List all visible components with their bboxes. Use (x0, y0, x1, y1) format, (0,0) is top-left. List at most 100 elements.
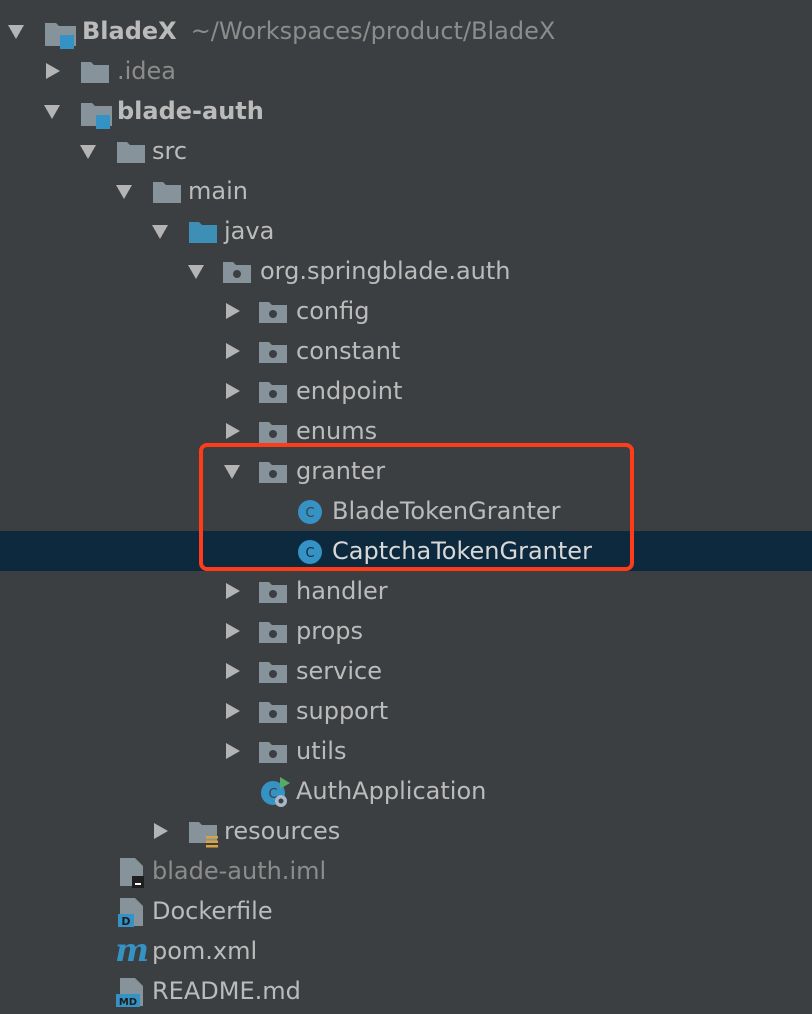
chevron-right-icon[interactable] (226, 383, 240, 399)
tree-label-handler: handler (296, 577, 388, 605)
tree-label-iml: blade-auth.iml (152, 857, 327, 885)
tree-label-captcha-token-granter: CaptchaTokenGranter (332, 537, 592, 565)
tree-row-handler[interactable]: handler (0, 571, 812, 611)
chevron-right-icon[interactable] (226, 583, 240, 599)
module-folder-icon (44, 19, 76, 49)
tree-label-pom: pom.xml (152, 937, 258, 965)
chevron-down-icon[interactable] (80, 145, 96, 159)
tree-label-props: props (296, 617, 363, 645)
dockerfile-icon-letter: D (121, 915, 130, 928)
package-icon (258, 299, 288, 325)
tree-row-blade-auth[interactable]: blade-auth (0, 91, 812, 131)
folder-icon (80, 59, 110, 85)
tree-label-granter: granter (296, 457, 386, 485)
chevron-right-icon[interactable] (46, 63, 60, 79)
module-folder-icon (80, 99, 112, 129)
tree-row-config[interactable]: config (0, 291, 812, 331)
tree-label-utils: utils (296, 737, 347, 765)
tree-row-iml[interactable]: blade-auth.iml (0, 851, 812, 891)
tree-label-idea: .idea (117, 57, 177, 85)
class-icon: C (296, 538, 326, 564)
package-icon (222, 259, 252, 285)
root-path: ~/Workspaces/product/BladeX (190, 17, 556, 45)
package-icon (258, 739, 288, 765)
package-icon (258, 619, 288, 645)
tree-row-constant[interactable]: constant (0, 331, 812, 371)
tree-label-auth-application: AuthApplication (296, 777, 487, 805)
chevron-right-icon[interactable] (226, 343, 240, 359)
class-icon-letter: C (305, 506, 314, 521)
tree-label-enums: enums (296, 417, 378, 445)
tree-label-dockerfile: Dockerfile (152, 897, 273, 925)
chevron-down-icon[interactable] (224, 465, 240, 479)
folder-icon (152, 179, 182, 205)
tree-row-captcha-token-granter[interactable]: C CaptchaTokenGranter (0, 531, 812, 571)
package-icon (258, 659, 288, 685)
chevron-right-icon[interactable] (226, 703, 240, 719)
maven-icon-letter: m (115, 933, 149, 967)
tree-row-root[interactable]: BladeX ~/Workspaces/product/BladeX (0, 11, 812, 51)
chevron-down-icon[interactable] (44, 105, 60, 119)
tree-label-root: BladeX ~/Workspaces/product/BladeX (82, 17, 555, 45)
chevron-down-icon[interactable] (8, 25, 24, 39)
tree-row-support[interactable]: support (0, 691, 812, 731)
tree-label-support: support (296, 697, 389, 725)
module-file-icon (116, 856, 148, 888)
tree-row-resources[interactable]: resources (0, 811, 812, 851)
tree-label-blade-auth: blade-auth (117, 97, 264, 125)
tree-row-pom[interactable]: m pom.xml (0, 931, 812, 971)
markdown-file-icon: MD (116, 976, 148, 1008)
tree-label-main: main (188, 177, 248, 205)
tree-label-package: org.springblade.auth (260, 257, 511, 285)
folder-icon (116, 139, 146, 165)
chevron-right-icon[interactable] (226, 623, 240, 639)
class-icon-letter: C (305, 546, 314, 561)
tree-row-utils[interactable]: utils (0, 731, 812, 771)
chevron-right-icon[interactable] (226, 663, 240, 679)
chevron-down-icon[interactable] (116, 185, 132, 199)
tree-label-java: java (224, 217, 275, 245)
markdown-icon-letters: MD (119, 997, 137, 1008)
tree-row-props[interactable]: props (0, 611, 812, 651)
chevron-right-icon[interactable] (226, 303, 240, 319)
package-icon (258, 459, 288, 485)
package-icon (258, 699, 288, 725)
root-name: BladeX (82, 17, 177, 45)
tree-row-enums[interactable]: enums (0, 411, 812, 451)
tree-label-resources: resources (224, 817, 341, 845)
tree-row-readme[interactable]: MD README.md (0, 971, 812, 1011)
class-icon: C (296, 498, 326, 524)
tree-label-config: config (296, 297, 370, 325)
package-icon (258, 339, 288, 365)
tree-label-src: src (152, 137, 188, 165)
tree-row-service[interactable]: service (0, 651, 812, 691)
tree-label-service: service (296, 657, 382, 685)
tree-row-src[interactable]: src (0, 131, 812, 171)
tree-row-blade-token-granter[interactable]: C BladeTokenGranter (0, 491, 812, 531)
chevron-right-icon[interactable] (226, 743, 240, 759)
tree-row-java[interactable]: java (0, 211, 812, 251)
tree-row-package[interactable]: org.springblade.auth (0, 251, 812, 291)
tree-label-endpoint: endpoint (296, 377, 403, 405)
tree-row-idea[interactable]: .idea (0, 51, 812, 91)
maven-icon: m (114, 931, 150, 969)
tree-row-main[interactable]: main (0, 171, 812, 211)
tree-row-dockerfile[interactable]: D Dockerfile (0, 891, 812, 931)
tree-label-readme: README.md (152, 977, 301, 1005)
spring-boot-application-icon: C (258, 775, 292, 809)
dockerfile-icon: D (116, 896, 148, 928)
source-folder-icon (188, 219, 218, 245)
tree-row-granter[interactable]: granter (0, 451, 812, 491)
package-icon (258, 419, 288, 445)
tree-row-endpoint[interactable]: endpoint (0, 371, 812, 411)
tree-label-blade-token-granter: BladeTokenGranter (332, 497, 561, 525)
chevron-right-icon[interactable] (154, 823, 168, 839)
package-icon (258, 379, 288, 405)
chevron-down-icon[interactable] (188, 265, 204, 279)
tree-row-auth-application[interactable]: C AuthApplication (0, 771, 812, 811)
package-icon (258, 579, 288, 605)
resources-folder-icon (188, 819, 222, 849)
chevron-right-icon[interactable] (226, 423, 240, 439)
tree-label-constant: constant (296, 337, 401, 365)
chevron-down-icon[interactable] (152, 225, 168, 239)
